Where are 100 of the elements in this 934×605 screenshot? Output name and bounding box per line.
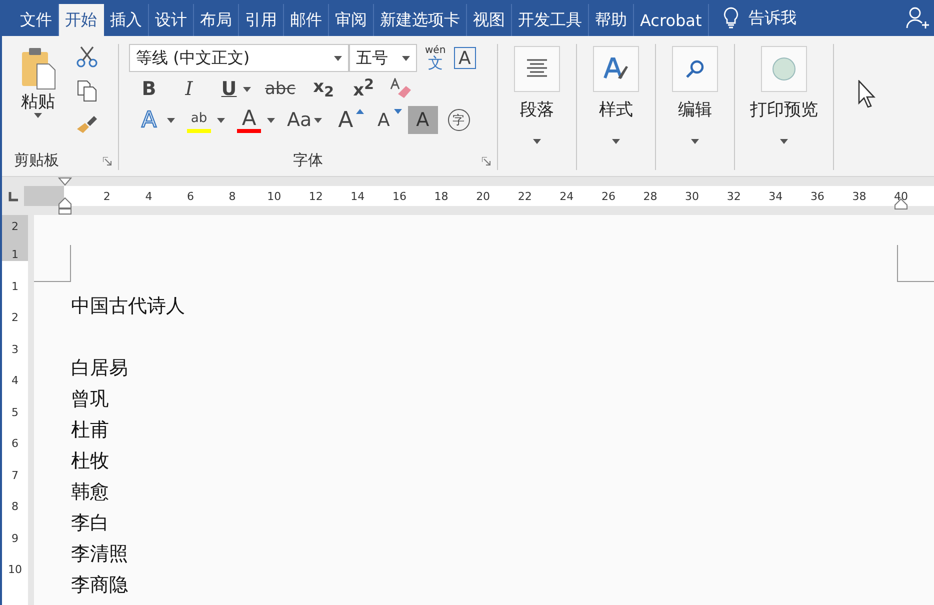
- up-triangle-icon: [356, 109, 364, 114]
- ruler-number: 40: [893, 190, 910, 202]
- page-corner-mark: [897, 245, 934, 282]
- ruler-number: 8: [12, 500, 18, 513]
- character-shading-button[interactable]: A: [408, 106, 438, 134]
- ruler-number: 10: [266, 190, 282, 202]
- ruler-number: 12: [308, 190, 324, 202]
- eraser-icon[interactable]: [390, 78, 412, 100]
- bold-button[interactable]: B: [135, 75, 163, 103]
- paragraph-button[interactable]: 段落: [508, 44, 566, 170]
- ruler-number: 2: [12, 220, 18, 233]
- ruler-number: 32: [726, 190, 742, 202]
- ruler-number: 34: [768, 190, 784, 202]
- document-line: 李清照: [71, 542, 129, 567]
- document-line: 李白: [71, 511, 110, 536]
- ruler-number: 10: [8, 563, 22, 576]
- search-icon: [685, 59, 705, 79]
- brush-icon[interactable]: [76, 114, 98, 134]
- caret-icon[interactable]: [334, 56, 342, 60]
- circle-icon: [772, 57, 796, 81]
- document-line: 杜牧: [71, 449, 110, 474]
- script-button[interactable]: x$^{2}$: [350, 75, 378, 103]
- group-label: 剪贴板: [14, 151, 59, 170]
- paste-button[interactable]: 粘贴: [14, 44, 62, 120]
- ruler-number: 6: [12, 437, 18, 450]
- font-size-field[interactable]: 五号: [349, 44, 417, 72]
- character-border-button[interactable]: A: [454, 47, 476, 69]
- grow-font-button[interactable]: A: [332, 106, 360, 134]
- group-label: 字体: [293, 151, 323, 170]
- ruler-number: 26: [600, 190, 616, 202]
- caret-icon[interactable]: [34, 113, 42, 118]
- caret-icon[interactable]: [533, 139, 541, 144]
- ruler-number: 4: [12, 374, 18, 387]
- ruler-number: 1: [12, 248, 18, 261]
- caret-icon[interactable]: [167, 118, 175, 122]
- strikethrough-button[interactable]: abc: [263, 75, 298, 103]
- ribbon-tab[interactable]: 开始: [59, 4, 104, 36]
- editing-button[interactable]: 编辑: [666, 44, 724, 170]
- ruler-number: 16: [391, 190, 408, 202]
- ruler-number: 20: [475, 190, 492, 202]
- ruler-number: 14: [350, 190, 366, 202]
- ruler-number: 4: [144, 190, 154, 202]
- ruler-number: 30: [684, 190, 700, 202]
- tell-me-field[interactable]: 告诉我: [748, 8, 797, 28]
- ruler-number: 3: [12, 342, 18, 356]
- document-line: 白居易: [71, 356, 129, 381]
- ruler-number: 8: [228, 190, 237, 202]
- ruler-number: 2: [12, 311, 18, 324]
- phonetic-guide-button[interactable]: wén 文: [425, 46, 446, 70]
- preview-button[interactable]: 打印预览: [744, 44, 824, 170]
- ruler-number: 9: [12, 532, 18, 544]
- caret-icon[interactable]: [691, 139, 699, 144]
- italic-button[interactable]: I: [175, 75, 203, 103]
- dialog-launcher-icon[interactable]: [103, 157, 112, 166]
- mouse-pointer-icon: [858, 80, 878, 108]
- caret-icon[interactable]: [780, 139, 788, 144]
- scissors-icon[interactable]: [76, 46, 98, 68]
- caret-icon[interactable]: [243, 86, 251, 92]
- ruler-number: 24: [558, 190, 575, 202]
- ruler-number: 22: [516, 190, 533, 202]
- tab-stop-icon[interactable]: [8, 192, 18, 202]
- align-lines-icon: [526, 59, 548, 79]
- highlight-button[interactable]: ab: [185, 107, 213, 133]
- caret-icon[interactable]: [612, 139, 620, 144]
- ruler-number: 7: [12, 468, 18, 482]
- change-case-button[interactable]: Aa: [285, 106, 314, 134]
- ruler-number: 28: [642, 190, 658, 202]
- styles-button[interactable]: 样式: [587, 44, 645, 170]
- caret-icon[interactable]: [314, 118, 322, 122]
- shrink-font-button[interactable]: A: [370, 106, 398, 134]
- enclose-character-button[interactable]: 字: [448, 109, 470, 131]
- ruler-number: 18: [433, 190, 450, 202]
- document-line: 韩愈: [71, 480, 110, 505]
- copy-icon[interactable]: [77, 80, 97, 102]
- share-person-icon[interactable]: [906, 6, 930, 30]
- ruler-number: 5: [12, 406, 18, 418]
- ruler-number: 6: [186, 190, 195, 202]
- document-line: 杜甫: [71, 418, 110, 443]
- down-triangle-icon: [394, 109, 402, 114]
- font-color-button[interactable]: A: [235, 107, 263, 133]
- underline-button[interactable]: U: [215, 75, 243, 103]
- lightbulb-icon[interactable]: [722, 7, 739, 29]
- styles-brush-icon: [603, 56, 629, 82]
- ruler-number: 38: [851, 190, 868, 202]
- ruler-margin: [24, 186, 64, 206]
- document-title: 中国古代诗人: [71, 294, 186, 319]
- ruler-number: 1: [12, 280, 18, 292]
- caret-icon[interactable]: [402, 56, 410, 60]
- caret-icon[interactable]: [267, 118, 275, 122]
- font-name-field[interactable]: 等线 (中文正文): [129, 44, 349, 72]
- dialog-launcher-icon[interactable]: [482, 157, 491, 166]
- page-corner-mark: [34, 245, 71, 282]
- ruler-number: 2: [102, 190, 112, 202]
- script-button[interactable]: x$_{2}$: [310, 75, 338, 103]
- ruler-number: 36: [809, 190, 826, 202]
- document-line: 李商隐: [71, 573, 129, 598]
- caret-icon[interactable]: [217, 118, 225, 122]
- document-line: 曾巩: [71, 387, 110, 412]
- clipboard-icon: [20, 46, 56, 90]
- indent-marker-icon[interactable]: [58, 177, 72, 215]
